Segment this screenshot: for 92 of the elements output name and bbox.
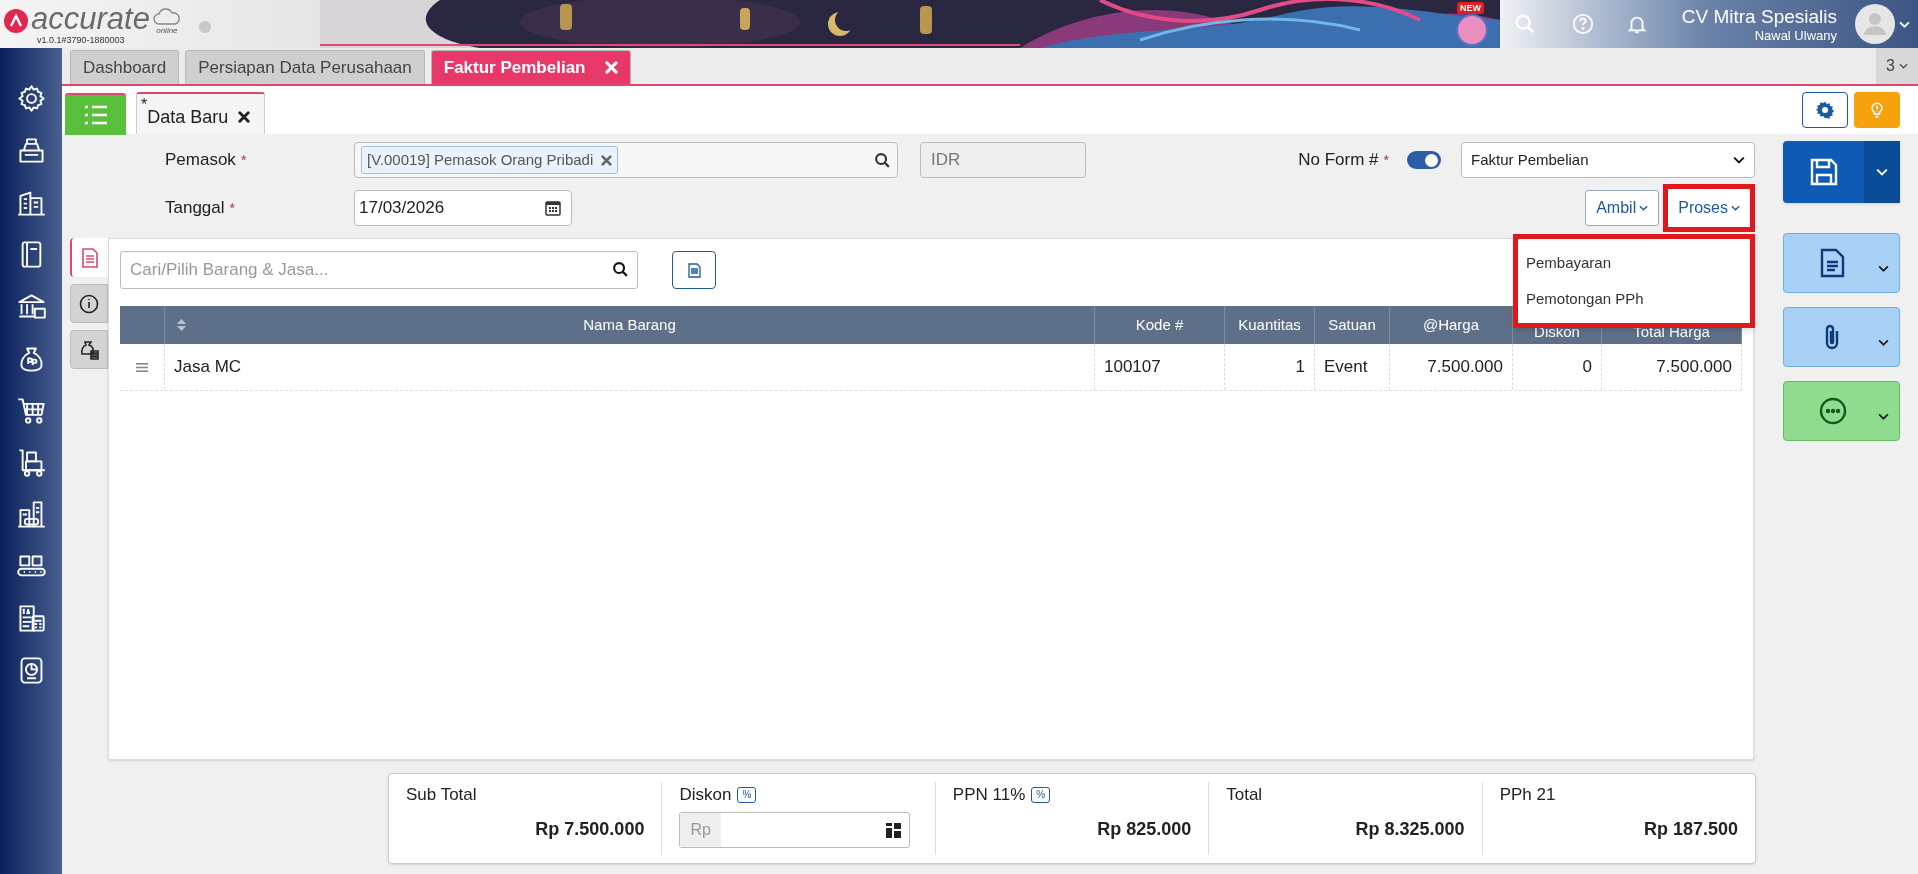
field-label: No Form # [1298,149,1379,172]
field-label: Pemasok [165,149,236,172]
chevron-down-icon [1878,412,1889,420]
table-cell: 0 [1513,344,1602,390]
search-icon[interactable] [612,261,629,278]
chevron-down-icon [1878,264,1889,272]
supplier-tag[interactable]: [V.00019] Pemasok Orang Pribadi [361,146,619,174]
total-value: Rp 8.325.000 [1354,818,1465,841]
column-header[interactable]: Kuantitas [1225,306,1315,344]
date-field[interactable]: 17/03/2026 [354,190,572,226]
cloud-icon [151,8,182,26]
column-header[interactable]: Nama Barang [165,306,1095,344]
form-type-select[interactable]: Faktur Pembelian [1461,142,1755,178]
field-label: Tanggal [165,197,225,220]
cart-icon[interactable] [15,395,47,426]
required-mark: * [1383,150,1389,170]
table-cell: Jasa MC [165,344,1095,390]
chevron-down-icon [1639,205,1649,211]
total-value: Rp 7.500.000 [534,818,645,841]
list-button[interactable] [65,93,126,135]
save-button[interactable] [1783,141,1900,203]
more-button[interactable] [1783,381,1900,441]
percent-toggle[interactable]: % [1031,787,1051,803]
modified-marker: * [141,97,148,112]
close-icon[interactable] [238,111,251,123]
table-cell: 7.500.000 [1390,344,1513,390]
tab-label: Data Baru [147,105,229,129]
column-header[interactable]: Kode # [1095,306,1225,344]
chevron-down-icon [1733,156,1745,164]
attachment-button[interactable] [1783,307,1900,367]
action-button[interactable]: Ambil [1585,190,1660,226]
chevron-down-icon [1876,168,1888,176]
chevron-down-icon [1878,338,1889,346]
list-icon [82,104,109,126]
total-label: PPN 11% [952,784,1026,807]
settings-icon [1816,101,1834,119]
action-button[interactable]: Proses [1668,189,1750,227]
new-badge: NEW [1457,2,1484,14]
table-cell: 1 [1225,344,1315,390]
required-mark: * [240,150,247,170]
document-button[interactable] [672,251,716,289]
tab[interactable]: Persiapan Data Perusahaan [185,50,425,84]
currency-field: IDR [920,142,1086,178]
total-value: Rp 825.000 [1096,818,1192,841]
company-name: CV Mitra Spesialis [1681,5,1837,28]
search-icon[interactable] [874,151,891,169]
percent-toggle[interactable]: % [737,787,757,803]
chevron-down-icon [1899,63,1908,69]
user-avatar-icon[interactable] [1855,4,1895,44]
table-cell: 100107 [1095,344,1225,390]
total-label: Diskon [679,784,732,807]
total-label: PPh 21 [1499,784,1556,807]
factory-icon[interactable] [15,499,47,530]
logo-text: accurate [31,3,150,35]
more-icon [1818,396,1848,426]
document-icon [81,247,99,268]
toggle-switch[interactable] [1407,151,1441,169]
currency-prefix: Rp [680,813,721,847]
info-icon [79,293,99,314]
chevron-down-icon [1731,205,1740,211]
table-cell: 7.500.000 [1602,344,1742,390]
total-label: Sub Total [406,784,477,807]
tab-count[interactable]: 3 [1886,54,1895,78]
total-value: Rp 187.500 [1642,818,1739,841]
tab[interactable]: Faktur Pembelian [430,50,632,84]
calculator-icon[interactable] [886,822,902,838]
side-tab[interactable] [70,330,108,369]
user-name: Nawal Ulwany [1754,27,1837,43]
calendar-icon[interactable] [545,200,561,216]
gear-icon[interactable] [15,83,47,114]
tab[interactable]: Dashboard [70,50,180,84]
chevron-down-icon [1899,20,1910,28]
column-header[interactable]: @Harga [1390,306,1513,344]
version-text: v1.0.1#3790-1880003 [37,35,126,45]
document-tab[interactable]: * Data Baru [136,92,266,134]
document-icon [687,262,701,278]
table-cell: Event [1315,344,1390,390]
money-bag-icon [79,339,99,360]
drag-handle-icon[interactable] [136,362,148,372]
save-icon [1808,157,1839,187]
column-header[interactable]: Satuan [1315,306,1390,344]
logo-subtext: online [156,26,178,35]
side-tab[interactable] [70,284,108,323]
print-document-button[interactable] [1783,233,1900,293]
required-mark: * [229,198,235,218]
total-label: Total [1226,784,1263,807]
sort-icon[interactable] [177,319,186,331]
supplier-field[interactable]: [V.00019] Pemasok Orang Pribadi [354,142,898,178]
item-search-field[interactable]: Cari/Pilih Barang & Jasa... [120,251,638,289]
logo-icon [4,9,28,33]
settings-button[interactable] [1802,92,1848,128]
menu-item[interactable]: Pembayaran [1518,245,1750,281]
